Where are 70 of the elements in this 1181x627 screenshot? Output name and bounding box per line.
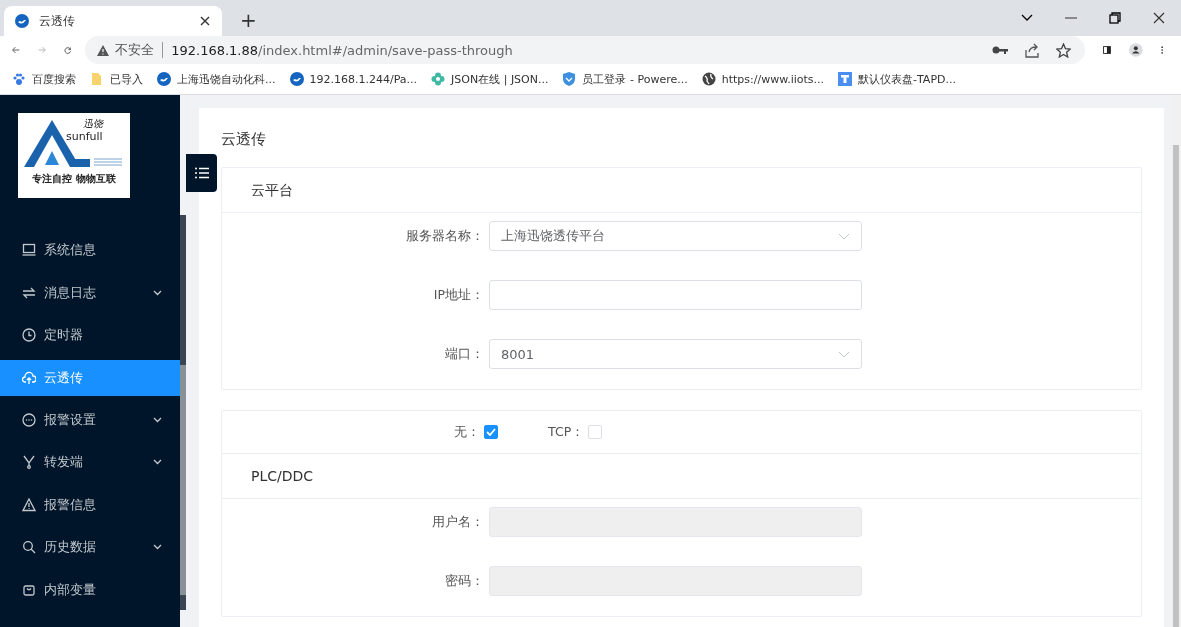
menu-item[interactable]: 历史数据	[0, 526, 180, 568]
warning-icon	[97, 44, 110, 56]
chevron-down-icon[interactable]	[1021, 14, 1033, 22]
logo-text: sunfull	[66, 130, 103, 144]
chat-icon	[22, 412, 36, 427]
select-field[interactable]: 8001	[489, 339, 862, 369]
checkbox-label: 无：	[454, 423, 480, 441]
chevron-down-icon	[838, 232, 850, 240]
logo-text: 迅饶	[82, 117, 103, 130]
share-icon[interactable]	[1024, 42, 1041, 58]
bookmark[interactable]: 已导入	[90, 71, 143, 87]
star-icon[interactable]	[1056, 42, 1072, 58]
new-tab-button[interactable]: +	[236, 8, 261, 32]
menu-item[interactable]: 内部变量	[0, 568, 180, 611]
key-icon[interactable]	[992, 45, 1009, 55]
bookmark[interactable]: 上海迅饶自动化科...	[157, 71, 276, 87]
side-panel-icon[interactable]	[1103, 43, 1112, 57]
field-label: 服务器名称：	[405, 227, 485, 245]
chevron-down-icon	[838, 350, 850, 358]
page-title: 云透传	[221, 130, 267, 149]
menu-item[interactable]: 转发端	[0, 441, 180, 483]
list-icon	[194, 167, 209, 179]
close-icon[interactable]	[200, 16, 210, 26]
logo-icon	[289, 72, 304, 86]
clock-icon	[22, 328, 36, 342]
bookmark[interactable]: https://www.iiots...	[701, 72, 825, 86]
field-label: 用户名：	[431, 513, 485, 531]
bookmark[interactable]: 员工登录 - Powere...	[562, 71, 688, 87]
section-title: PLC/DDC	[222, 454, 1141, 499]
security-warning[interactable]: 不安全	[115, 41, 155, 59]
section-title: 云平台	[222, 168, 1141, 213]
swap-icon	[22, 285, 36, 300]
logo-icon	[157, 72, 171, 86]
bookmark[interactable]: 192.168.1.244/Pa...	[289, 72, 418, 86]
menu-item[interactable]: 报警设置	[0, 398, 180, 441]
bookmark[interactable]: JSON在线 | JSON...	[431, 71, 549, 87]
more-icon[interactable]	[1160, 43, 1163, 57]
menu-item[interactable]: 消息日志	[0, 271, 180, 314]
close-icon[interactable]	[1153, 12, 1165, 24]
browser-tab[interactable]: 云透传	[4, 6, 222, 36]
field-label: IP地址：	[432, 286, 485, 304]
warning-icon	[22, 497, 36, 512]
menu-item[interactable]: 系统信息	[0, 229, 180, 271]
back-icon[interactable]	[12, 44, 20, 56]
cloud-upload-icon	[22, 370, 36, 385]
shield-icon	[562, 72, 577, 86]
url-path: /index.html#/admin/save-pass-through	[258, 42, 513, 58]
paw-icon	[12, 72, 26, 86]
bookmark[interactable]: 默认仪表盘-TAPD...	[838, 71, 956, 87]
restore-icon[interactable]	[1109, 12, 1121, 24]
field-label: 端口：	[444, 345, 485, 363]
monitor-icon	[22, 243, 36, 257]
bookmark[interactable]: 百度搜索	[12, 71, 76, 87]
checkbox[interactable]	[484, 425, 498, 439]
bag-icon	[22, 582, 36, 597]
address-bar[interactable]: 不安全 192.168.1.88/index.html#/admin/save-pass-through	[85, 36, 1086, 64]
logo-slogan: 专注自控 物物互联	[32, 172, 116, 186]
input-field[interactable]	[489, 280, 862, 310]
folder-icon	[90, 72, 104, 86]
flower-icon	[431, 72, 446, 86]
fork-icon	[22, 455, 36, 469]
menu-item[interactable]: 报警信息	[0, 483, 180, 526]
search-icon	[22, 540, 36, 554]
collapse-button[interactable]	[186, 154, 217, 192]
select-field[interactable]: 上海迅饶透传平台	[489, 221, 862, 251]
field-label: 密码：	[444, 572, 485, 590]
menu-item[interactable]: 定时器	[0, 314, 180, 356]
url-host: 192.168.1.88	[171, 42, 259, 58]
logo-icon	[838, 72, 853, 86]
checkbox-label: TCP：	[548, 423, 585, 441]
